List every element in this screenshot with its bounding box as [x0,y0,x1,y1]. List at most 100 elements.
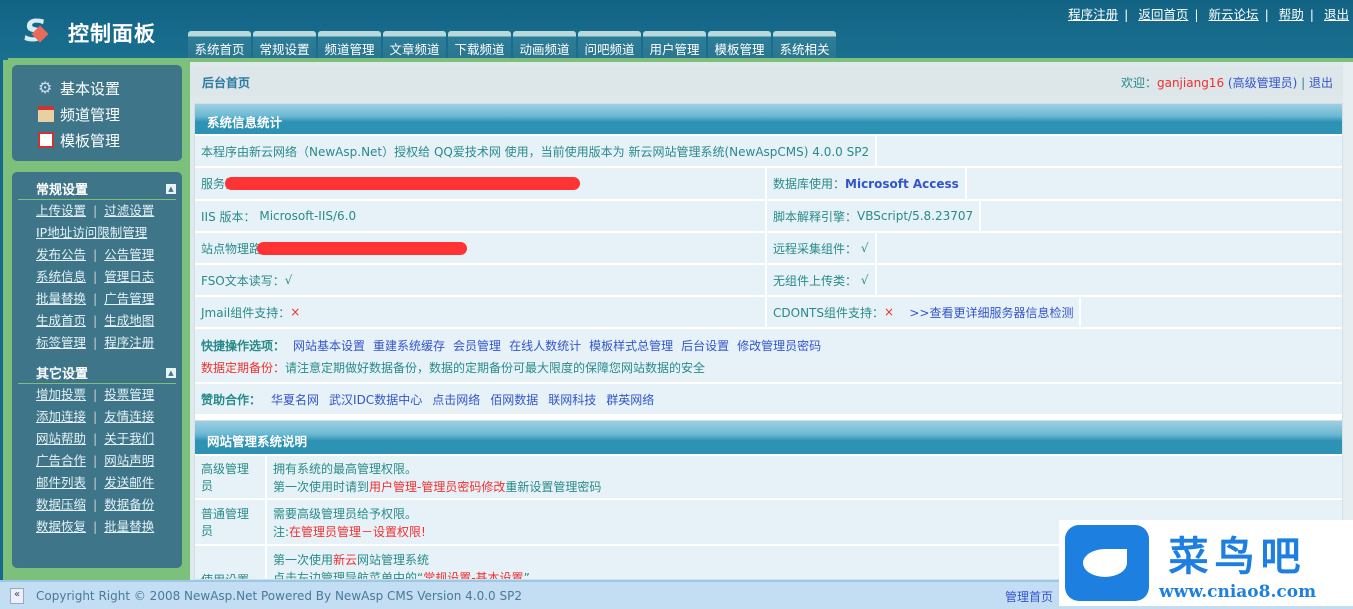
menu-row: 发布公告 | 公告管理 [18,244,176,266]
guide-label: 使用设置 [195,546,267,579]
menu-link[interactable]: 生成地图 [104,313,154,328]
quick-op-link[interactable]: 在线人数统计 [509,339,581,353]
menu-link[interactable]: 友情连接 [104,409,154,424]
menu-link[interactable]: 发送邮件 [104,475,154,490]
guide-text: ” [523,571,530,580]
script-label: 脚本解释引擎： [773,209,858,224]
menu-row: 数据恢复 | 批量替换 [18,516,176,538]
quick-op-link[interactable]: 重建系统缓存 [373,339,445,353]
guide-text: 第一次使用时请到 [273,480,370,494]
quick-basic-settings[interactable]: ⚙ 基本设置 [38,75,182,101]
tab-channels[interactable]: 频道管理 [318,31,381,58]
tab-downloads[interactable]: 下载频道 [448,31,511,58]
separator: | [93,203,98,218]
quick-channel-manage[interactable]: 频道管理 [38,101,182,127]
menu-link[interactable]: 数据恢复 [36,519,86,534]
guide-highlight: 新云 [333,553,358,567]
tab-templates[interactable]: 模板管理 [708,31,771,58]
menu-link[interactable]: 网站声明 [104,453,154,468]
forum-link[interactable]: 新云论坛 [1209,7,1259,22]
menu-link[interactable]: 批量替换 [36,291,86,306]
collapse-icon[interactable]: ▲ [166,367,176,378]
quick-op-link[interactable]: 会员管理 [453,339,501,353]
menu-link[interactable]: 批量替换 [104,519,154,534]
menu-link[interactable]: 公告管理 [104,247,154,262]
sponsor-link[interactable]: 佰网数据 [490,393,538,407]
menu-link[interactable]: 数据备份 [104,497,154,512]
menu-link[interactable]: 上传设置 [36,203,86,218]
admin-home-link[interactable]: 管理首页 [1005,588,1053,605]
separator: | [93,335,98,350]
quick-op-link[interactable]: 模板样式总管理 [589,339,673,353]
menu-row: 上传设置 | 过滤设置 [18,200,176,222]
menu-link[interactable]: 广告管理 [104,291,154,306]
script-cell: 脚本解释引擎： VBScript/5.8.23707 [767,201,982,231]
menu-link[interactable]: 数据压缩 [36,497,86,512]
separator: | [93,519,98,534]
guide-label: 普通管理员 [195,500,267,544]
redaction-mark [257,242,467,255]
menu-link[interactable]: 管理日志 [104,269,154,284]
menu-link[interactable]: 程序注册 [104,335,154,350]
tab-articles[interactable]: 文章频道 [383,31,446,58]
help-link[interactable]: 帮助 [1279,7,1304,22]
menu-link[interactable]: 广告合作 [36,453,86,468]
menu-link[interactable]: IP地址访问限制管理 [36,225,147,240]
menu-link[interactable]: 增加投票 [36,387,86,402]
tab-ask[interactable]: 问吧频道 [578,31,641,58]
tab-general[interactable]: 常规设置 [253,31,316,58]
logo: 控制面板 [20,14,156,49]
menu-row: 系统信息 | 管理日志 [18,266,176,288]
quick-op-link[interactable]: 修改管理员密码 [737,339,821,353]
sponsor-link[interactable]: 武汉IDC数据中心 [329,393,422,407]
separator: | [1301,76,1306,90]
jmail-label: Jmail组件支持： [201,305,291,320]
collapse-icon[interactable]: ▲ [166,183,176,194]
menu-link[interactable]: 投票管理 [104,387,154,402]
sponsor-link[interactable]: 群英网络 [606,393,654,407]
iis-cell: IIS 版本： Microsoft-IIS/6.0 [195,201,767,231]
home-link[interactable]: 返回首页 [1138,7,1188,22]
label: 频道管理 [60,105,121,124]
register-link[interactable]: 程序注册 [1068,7,1118,22]
tab-users[interactable]: 用户管理 [643,31,706,58]
menu-link[interactable]: 关于我们 [104,431,154,446]
sponsor-link[interactable]: 联网科技 [548,393,596,407]
menu-link[interactable]: 生成首页 [36,313,86,328]
menu-link[interactable]: 过滤设置 [104,203,154,218]
menu-link[interactable]: 网站帮助 [36,431,86,446]
db-cell: 数据库使用： Microsoft Access [767,168,967,199]
quick-template-manage[interactable]: 模板管理 [38,127,182,153]
cross-icon: × [884,305,895,319]
panel-title: 系统信息统计 [195,104,1342,134]
sponsor-link[interactable]: 点击网络 [432,393,480,407]
scrollbar[interactable] [1343,62,1353,580]
quick-op-link[interactable]: 网站基本设置 [293,339,365,353]
system-info-panel: 系统信息统计 本程序由新云网络（NewAsp.Net）授权给 QQ爱技术网 使用… [194,103,1343,455]
license-text: 本程序由新云网络（NewAsp.Net）授权给 QQ爱技术网 使用，当前使用版本… [195,136,878,166]
separator: | [93,291,98,306]
menu-row: 增加投票 | 投票管理 [18,384,176,406]
upload-label: 无组件上传类： [773,273,858,288]
menu-row: 批量替换 | 广告管理 [18,288,176,310]
menu-link[interactable]: 添加连接 [36,409,86,424]
tab-system[interactable]: 系统相关 [773,31,836,58]
quick-op-link[interactable]: 后台设置 [681,339,729,353]
sponsor-link[interactable]: 华夏名网 [271,393,319,407]
welcome: 欢迎：ganjiang16 (高级管理员) | 退出 [1121,74,1333,91]
tab-flash[interactable]: 动画频道 [513,31,576,58]
menu-row: 标签管理 | 程序注册 [18,332,176,354]
watermark-url: www.cniao8.com [1159,582,1317,602]
menu-link[interactable]: 系统信息 [36,269,86,284]
tab-home[interactable]: 系统首页 [188,31,251,58]
collapse-sidebar-button[interactable]: « [10,587,24,604]
server-detail-link[interactable]: >>查看更详细服务器信息检测 [909,304,1073,321]
separator: | [93,431,98,446]
welcome-logout-link[interactable]: 退出 [1309,76,1333,90]
menu-link[interactable]: 标签管理 [36,335,86,350]
menu-link[interactable]: 邮件列表 [36,475,86,490]
menu-link[interactable]: 发布公告 [36,247,86,262]
quick-ops: 快捷操作选项： 网站基本设置 重建系统缓存 会员管理 在线人数统计 模板样式总管理 后台设置… [201,335,1336,357]
sponsors: 赞助合作： 华夏名网 武汉IDC数据中心 点击网络 佰网数据 联网科技 群英网络 [195,382,1342,414]
logout-link[interactable]: 退出 [1324,7,1349,22]
